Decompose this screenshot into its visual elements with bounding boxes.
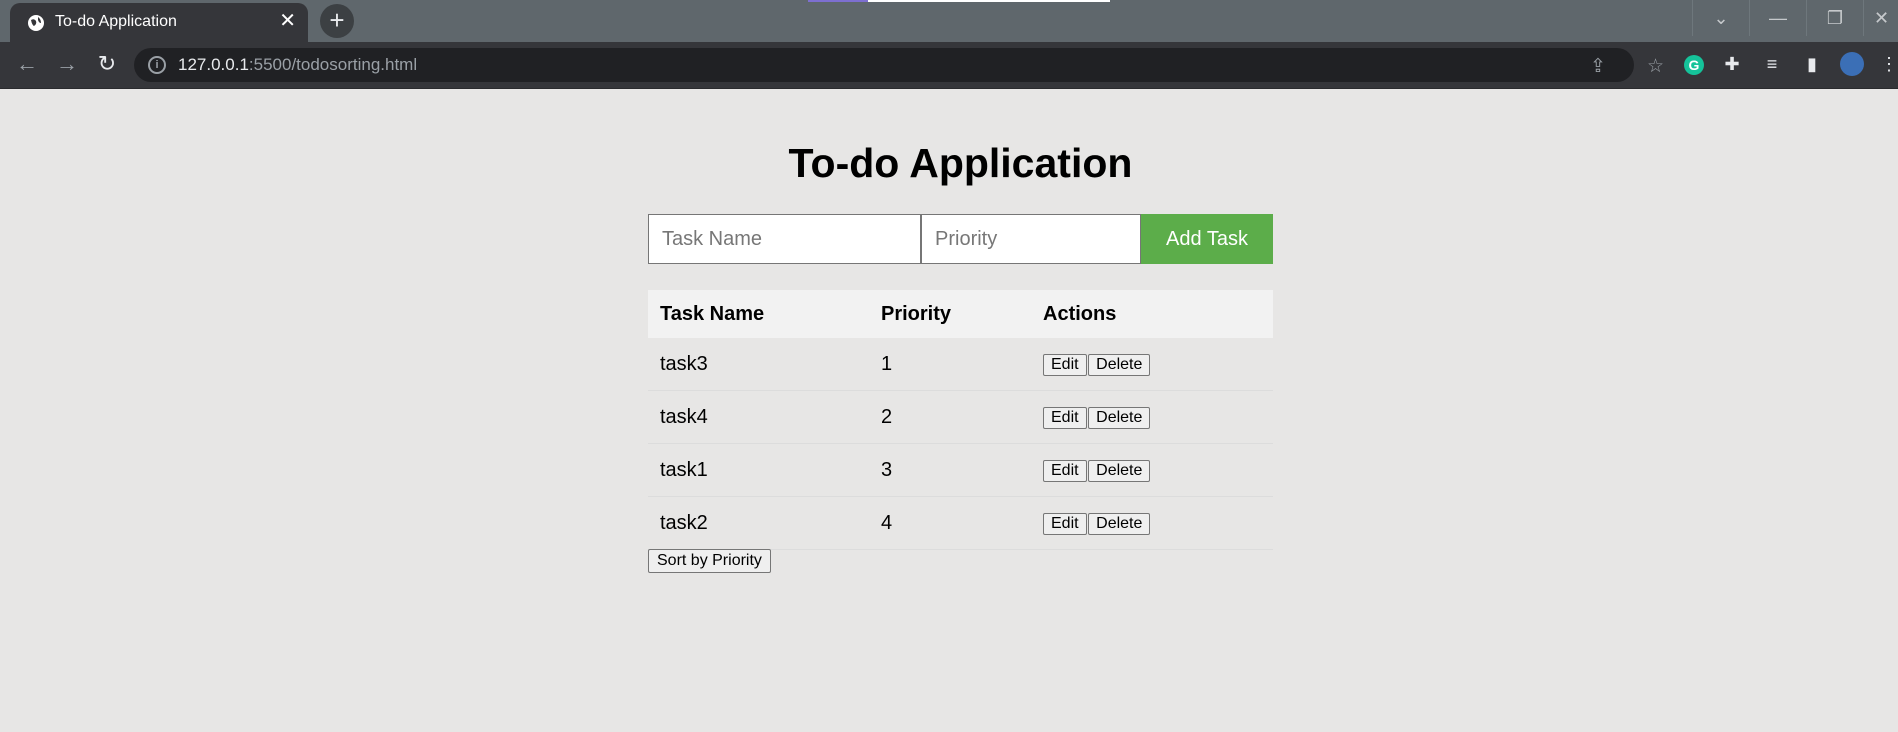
actions-cell: Edit Delete	[1031, 443, 1273, 497]
task-name-cell: task2	[648, 496, 869, 550]
globe-icon	[28, 15, 44, 31]
browser-toolbar: ← → ↻ i 127.0.0.1:5500/todosorting.html …	[0, 42, 1898, 89]
url-text: 127.0.0.1:5500/todosorting.html	[178, 55, 417, 75]
edit-button[interactable]: Edit	[1043, 513, 1087, 535]
menu-icon[interactable]: ⋮	[1880, 52, 1898, 76]
priority-input[interactable]	[921, 214, 1141, 264]
sort-by-priority-button[interactable]: Sort by Priority	[648, 549, 771, 573]
header-actions: Actions	[1043, 302, 1117, 325]
new-tab-button[interactable]: +	[320, 4, 354, 38]
priority-cell: 2	[869, 390, 1031, 444]
priority-cell: 1	[869, 338, 1031, 391]
table-row: task2 4 Edit Delete	[648, 496, 1273, 550]
header-task-name: Task Name	[660, 302, 765, 325]
header-priority: Priority	[881, 302, 952, 325]
edit-button[interactable]: Edit	[1043, 354, 1087, 376]
task-name-cell: task4	[648, 390, 869, 444]
close-tab-icon[interactable]: ✕	[279, 11, 296, 31]
delete-button[interactable]: Delete	[1088, 407, 1151, 429]
side-panel-icon[interactable]: ▮	[1800, 52, 1824, 76]
forward-icon[interactable]: →	[54, 52, 80, 78]
tab-search-icon[interactable]: ⌄	[1692, 0, 1749, 36]
edit-button[interactable]: Edit	[1043, 460, 1087, 482]
delete-button[interactable]: Delete	[1088, 513, 1151, 535]
task-name-input[interactable]	[648, 214, 921, 264]
tab-strip: To-do Application ✕ + ⌄ — ❐ ✕	[0, 0, 1898, 42]
task-table: Task Name Priority Actions task3 1 Edit …	[648, 290, 1273, 550]
actions-cell: Edit Delete	[1031, 338, 1273, 391]
priority-cell: 4	[869, 496, 1031, 550]
url-host: 127.0.0.1	[178, 55, 249, 74]
delete-button[interactable]: Delete	[1088, 460, 1151, 482]
tab-strip-marker	[808, 0, 868, 2]
site-info-icon[interactable]: i	[148, 56, 166, 74]
actions-cell: Edit Delete	[1031, 390, 1273, 444]
extensions-icon[interactable]: ✚	[1720, 52, 1744, 76]
priority-cell: 3	[869, 443, 1031, 497]
reading-list-icon[interactable]: ≡	[1760, 52, 1784, 76]
tab-title: To-do Application	[55, 13, 177, 30]
address-bar[interactable]: i 127.0.0.1:5500/todosorting.html ⇪ ☆	[134, 48, 1664, 82]
close-window-icon[interactable]: ✕	[1863, 0, 1898, 36]
actions-cell: Edit Delete	[1031, 496, 1273, 550]
browser-tab[interactable]: To-do Application ✕	[10, 3, 308, 42]
reload-icon[interactable]: ↻	[94, 52, 120, 78]
bookmark-star-icon[interactable]: ☆	[1647, 55, 1664, 78]
back-icon[interactable]: ←	[14, 52, 40, 78]
table-row: task1 3 Edit Delete	[648, 443, 1273, 497]
restore-icon[interactable]: ❐	[1806, 0, 1863, 36]
add-task-button[interactable]: Add Task	[1141, 214, 1273, 264]
delete-button[interactable]: Delete	[1088, 354, 1151, 376]
page-title: To-do Application	[788, 140, 1133, 186]
table-header-row: Task Name Priority Actions	[648, 290, 1273, 338]
table-row: task3 1 Edit Delete	[648, 338, 1273, 391]
grammarly-icon[interactable]: G	[1682, 52, 1706, 76]
url-path: :5500/todosorting.html	[248, 55, 418, 74]
edit-button[interactable]: Edit	[1043, 407, 1087, 429]
minimize-icon[interactable]: —	[1749, 0, 1806, 36]
avatar[interactable]	[1840, 52, 1864, 76]
task-name-cell: task1	[648, 443, 869, 497]
share-icon[interactable]: ⇪	[1590, 55, 1606, 78]
task-name-cell: task3	[648, 338, 869, 391]
table-row: task4 2 Edit Delete	[648, 390, 1273, 444]
tab-strip-marker	[868, 0, 1110, 2]
